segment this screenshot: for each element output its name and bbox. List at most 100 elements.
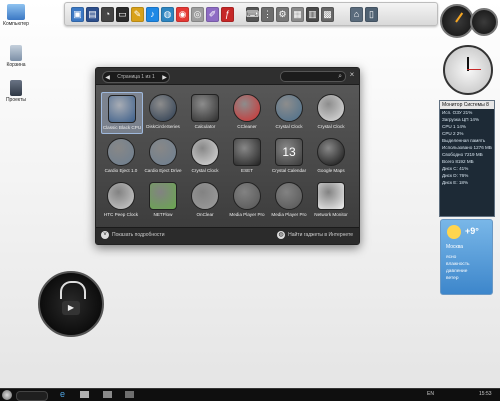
film-icon[interactable]: ▤ [86,6,99,22]
trash-icon[interactable]: ▯ [365,6,378,22]
chrome-icon[interactable]: ◉ [176,6,189,22]
gadget-item[interactable]: CCleaner [227,92,267,132]
desktop-icon-recycle-bin[interactable]: Корзина [2,45,30,68]
eject-icon [107,138,135,166]
gadget-item[interactable]: Cardio Eject 1.0 [101,136,141,176]
clock-gadget[interactable] [443,45,493,95]
cpu-meter-icon [108,95,136,123]
eject-icon [149,138,177,166]
page-pager: ◀ Страница 1 из 1 ▶ [102,71,170,83]
weather-gadget[interactable]: +9° Москва ясно влажность давление ветер [440,219,493,295]
gadget-item[interactable]: Classic Black CPU [101,92,143,134]
monitor-icon[interactable]: ▭ [116,6,129,22]
pager-text: Страница 1 из 1 [117,74,155,80]
system-monitor-row: CPU 1 14% [442,124,467,129]
clock-second-hand-icon [467,69,481,70]
system-monitor-row: Всего 8192 МБ [442,159,474,164]
system-monitor-row: Использовано 1276 МБ [442,145,492,150]
disk-icon [149,94,177,122]
gadget-label: Cardio Eject 1.0 [104,168,138,173]
gadget-item[interactable]: Cardio Eject Drive [143,136,183,176]
computer-icon[interactable]: ▣ [71,6,84,22]
gadget-item[interactable]: Calculator [185,92,225,132]
settings-icon[interactable]: ⚙ [276,6,289,22]
system-monitor-row: Выделенная память [442,138,486,143]
system-monitor-gadget[interactable]: Монитор Системы 8 Исп. ОЗУ 21% Загрузка Ц… [439,100,495,217]
calculator-icon[interactable]: ▦ [291,6,304,22]
gadget-item[interactable]: NETFlow [143,180,183,220]
desktop-icon-computer[interactable]: Компьютер [2,4,30,27]
gadget-item[interactable]: 13 Crystal Calendar [269,136,309,176]
gadget-label: Classic Black CPU [102,125,142,130]
speedometer-icon [455,12,464,23]
ie-icon[interactable]: e [60,390,69,399]
clock-icon [191,182,219,210]
prev-page-button[interactable]: ◀ [103,73,112,81]
window-footer: ˅ Показать подробности ◍ Найти гаджеты в… [96,227,359,244]
headphones-icon [233,182,261,210]
notepad-icon[interactable]: ✎ [131,6,144,22]
system-monitor-row: Свободно 7219 МБ [442,152,483,157]
grid-icon[interactable]: ▩ [321,6,334,22]
flash-icon[interactable]: ƒ [221,6,234,22]
gadget-item[interactable]: Network Monitor [311,180,351,220]
network-icon [317,182,345,210]
chart-icon[interactable]: ▥ [306,6,319,22]
gadget-item[interactable]: HTC Peep Clock [101,180,141,220]
music-icon[interactable]: ♪ [146,6,159,22]
paint-icon[interactable]: ✐ [206,6,219,22]
show-details-toggle[interactable]: ˅ Показать подробности [101,231,165,239]
weather-rows: ясно влажность давление ветер [446,254,470,282]
headphones-icon [275,182,303,210]
keyboard-icon[interactable]: ⌨ [246,6,259,22]
gadget-item[interactable]: OnClear [185,180,225,220]
desktop-icon-projects[interactable]: Проекты [2,80,30,103]
weather-row: ветер [446,276,459,281]
gadget-label: DiskCircleSeries [146,124,180,129]
language-indicator[interactable]: EN [427,391,434,397]
chevron-down-icon: ˅ [101,231,109,239]
speedometer-gadget[interactable] [440,4,474,38]
home-icon[interactable]: ⌂ [350,6,363,22]
gadget-item[interactable]: Media Player Pro [227,180,267,220]
gadget-item[interactable]: Crystal Clock [185,136,225,176]
next-page-button[interactable]: ▶ [160,73,169,81]
weather-row: влажность [446,262,470,267]
ccleaner-icon [233,94,261,122]
media-icon[interactable] [103,391,112,398]
network-icon[interactable]: ⋮ [261,6,274,22]
globe-icon[interactable]: ◍ [161,6,174,22]
gadget-label: ESET [241,168,253,173]
dock-icons: ▣ ▤ ◔ ▭ ✎ ♪ ◍ ◉ ◎ ✐ ƒ ⌨ ⋮ ⚙ ▦ ▥ ▩ ⌂ ▯ [71,6,378,22]
gadget-item[interactable]: DiskCircleSeries [143,92,183,132]
gadget-label: Calculator [194,124,216,129]
gauge-icon[interactable]: ◔ [101,6,114,22]
gadget-label: CCleaner [237,124,257,129]
system-monitor-rows: Исп. ОЗУ 21% Загрузка ЦП 14% CPU 1 14% CPU … [440,109,494,186]
folder-icon[interactable] [80,391,89,398]
gadget-label: Google Maps [317,168,345,173]
gadget-item[interactable]: Crystal Clock [311,92,351,132]
gauge-gadget-small[interactable] [470,8,498,36]
tray-clock[interactable]: 15:53 [479,391,492,397]
gadget-item[interactable]: Crystal Clock [269,92,309,132]
taskbar: e EN 15:53 [0,388,500,401]
start-button[interactable] [2,390,12,400]
app-icon[interactable] [125,391,134,398]
cd-icon[interactable]: ◎ [191,6,204,22]
recycle-bin-icon [10,45,22,61]
close-button[interactable]: × [348,71,356,79]
system-monitor-row: Исп. ОЗУ 21% [442,110,473,115]
gadget-label: Crystal Clock [275,124,303,129]
gadget-search-input[interactable]: ⌕ [280,71,346,82]
gadget-item[interactable]: Google Maps [311,136,351,176]
play-button[interactable]: ▶ [62,301,80,315]
clock-icon [107,182,135,210]
system-monitor-row: Диск D: 76% [442,173,469,178]
gadget-item[interactable]: Media Player Pro [269,180,309,220]
gadget-label: Cardio Eject Drive [144,168,182,173]
media-player-gadget[interactable]: ▶ [38,271,104,337]
gadget-item[interactable]: ESET [227,136,267,176]
gadget-label: OnClear [196,212,214,217]
get-more-gadgets-link[interactable]: ◍ Найти гаджеты в Интернете [277,231,353,239]
